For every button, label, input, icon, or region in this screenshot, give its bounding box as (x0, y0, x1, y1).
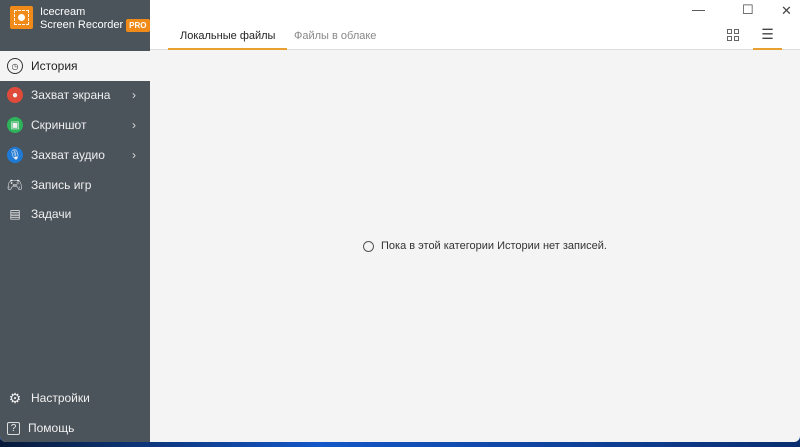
tasks-icon: ▤ (9, 207, 21, 221)
sidebar-item-screenshot[interactable]: ▣ Скриншот › (0, 110, 150, 140)
empty-message: Пока в этой категории Истории нет записе… (381, 240, 607, 252)
record-icon: ● (7, 87, 23, 103)
sidebar-item-help[interactable]: ? Помощь (0, 413, 150, 442)
tab-cloud-files[interactable]: Файлы в облаке (294, 30, 376, 50)
camera-icon: ▣ (7, 117, 23, 133)
sidebar-item-screen-capture[interactable]: ● Захват экрана › (0, 80, 150, 110)
app-name: Icecream (40, 6, 86, 18)
sidebar: Icecream Screen Recorder PRO ◷ История ● Зах… (0, 0, 150, 442)
sidebar-item-audio-capture[interactable]: 🎙 Захват аудио › (0, 140, 150, 170)
microphone-icon: 🎙 (7, 147, 23, 163)
app-logo-icon (10, 6, 33, 29)
clock-icon (363, 240, 374, 252)
sidebar-item-game-recording[interactable]: 🎮︎ Запись игр (0, 170, 150, 200)
sidebar-item-history[interactable]: ◷ История (0, 51, 150, 81)
sidebar-item-label: Запись игр (31, 178, 92, 192)
help-icon: ? (7, 421, 20, 435)
pro-badge: PRO (126, 19, 150, 32)
app-window: Icecream Screen Recorder PRO ◷ История ● Зах… (0, 0, 800, 442)
sidebar-item-label: История (31, 59, 78, 73)
sidebar-item-label: Захват экрана (31, 88, 111, 102)
sidebar-item-label: Настройки (31, 391, 90, 405)
chevron-right-icon: › (132, 88, 136, 102)
gamepad-icon: 🎮︎ (6, 177, 24, 192)
clock-icon: ◷ (7, 58, 23, 74)
header: Локальные файлы Файлы в облаке — ☐ ✕ ☰ (150, 0, 800, 50)
tab-local-files[interactable]: Локальные файлы (168, 30, 288, 50)
empty-state: Пока в этой категории Истории нет записе… (363, 240, 607, 252)
list-view-icon[interactable]: ☰ (753, 26, 782, 50)
sidebar-item-label: Помощь (28, 421, 75, 435)
sidebar-item-settings[interactable]: ⚙ Настройки (0, 383, 150, 413)
chevron-right-icon: › (132, 148, 136, 162)
sidebar-item-tasks[interactable]: ▤ Задачи (0, 199, 150, 229)
app-name-2: Screen Recorder (40, 19, 124, 31)
app-brand: Icecream Screen Recorder PRO (40, 6, 150, 32)
sidebar-item-label: Скриншот (31, 118, 87, 132)
sidebar-item-label: Задачи (31, 207, 72, 221)
maximize-button[interactable]: ☐ (742, 2, 754, 18)
sidebar-item-label: Захват аудио (31, 148, 105, 162)
grid-view-icon[interactable] (727, 29, 739, 41)
close-button[interactable]: ✕ (781, 3, 792, 19)
chevron-right-icon: › (132, 118, 136, 132)
minimize-button[interactable]: — (692, 2, 705, 17)
gear-icon: ⚙ (8, 389, 22, 406)
